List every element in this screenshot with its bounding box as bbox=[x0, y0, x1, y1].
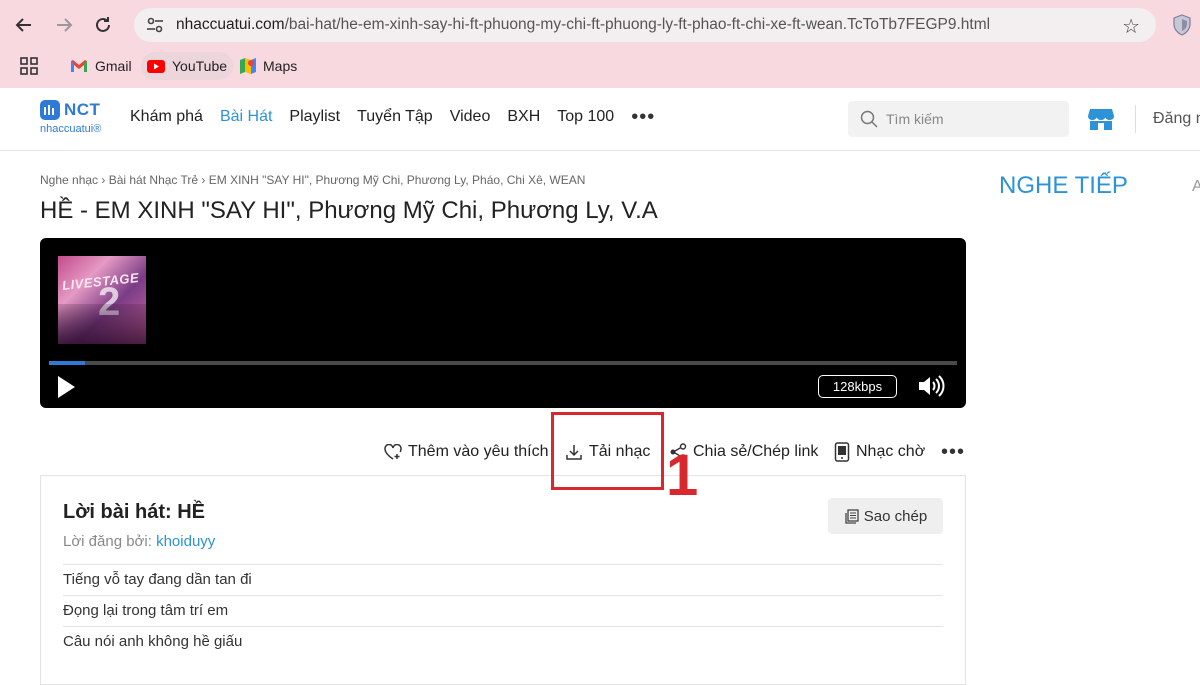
nav-video[interactable]: Video bbox=[450, 108, 491, 126]
progress-fill bbox=[49, 361, 86, 365]
url-path: /bai-hat/he-em-xinh-say-hi-ft-phuong-my-… bbox=[284, 16, 991, 33]
bookmarks-bar: Gmail YouTube Maps bbox=[0, 50, 1200, 82]
reload-button[interactable] bbox=[87, 9, 119, 41]
up-next-title: NGHE TIẾP bbox=[999, 172, 1128, 199]
bitrate-selector[interactable]: 128kbps bbox=[818, 375, 897, 398]
forward-arrow-icon bbox=[57, 18, 73, 32]
lyric-line: Tiếng vỗ tay đang dần tan đi bbox=[63, 564, 943, 595]
address-bar[interactable]: nhaccuatui.com/bai-hat/he-em-xinh-say-hi… bbox=[134, 8, 1156, 42]
search-icon bbox=[860, 110, 878, 128]
logo-mark-icon bbox=[40, 100, 60, 120]
bookmark-label: Gmail bbox=[95, 58, 132, 74]
more-actions-button[interactable]: ••• bbox=[941, 438, 965, 466]
ringtone-button[interactable]: Nhạc chờ bbox=[834, 438, 925, 466]
step-highlight-box bbox=[551, 412, 664, 490]
maps-icon bbox=[240, 58, 256, 74]
main-nav: Khám phá Bài Hát Playlist Tuyển Tập Vide… bbox=[130, 107, 655, 127]
nav-bxh[interactable]: BXH bbox=[507, 108, 540, 126]
breadcrumb[interactable]: Nghe nhạc › Bài hát Nhạc Trẻ › EM XINH "… bbox=[40, 173, 585, 187]
logo-subtext: nhaccuatui® bbox=[40, 123, 102, 135]
extension-shield-icon[interactable] bbox=[1172, 14, 1194, 36]
audio-player: LIVESTAGE 2 128kbps bbox=[40, 238, 966, 408]
search-box[interactable] bbox=[848, 101, 1069, 137]
heart-add-icon bbox=[384, 444, 402, 460]
more-nav-icon[interactable]: ••• bbox=[631, 107, 655, 127]
volume-icon bbox=[919, 375, 945, 397]
album-cover: LIVESTAGE 2 bbox=[58, 256, 146, 344]
login-link[interactable]: Đăng n bbox=[1153, 110, 1200, 128]
phone-icon bbox=[834, 442, 850, 462]
bookmark-youtube[interactable]: YouTube bbox=[141, 52, 234, 80]
step-number: 1 bbox=[666, 443, 699, 508]
page-title: HỀ - EM XINH "SAY HI", Phương Mỹ Chi, Ph… bbox=[40, 197, 658, 224]
volume-button[interactable] bbox=[917, 374, 945, 403]
forward-button[interactable] bbox=[48, 9, 80, 41]
nav-playlist[interactable]: Playlist bbox=[289, 108, 340, 126]
back-arrow-icon bbox=[15, 18, 31, 32]
ringtone-label: Nhạc chờ bbox=[856, 443, 926, 460]
share-label: Chia sẻ/Chép link bbox=[693, 443, 819, 460]
bookmark-maps[interactable]: Maps bbox=[234, 52, 303, 80]
apps-grid-icon bbox=[20, 57, 38, 75]
gmail-icon bbox=[70, 59, 88, 73]
logo-text: NCT bbox=[64, 100, 101, 119]
poster-username-link[interactable]: khoiduyy bbox=[156, 533, 215, 550]
favorite-button[interactable]: Thêm vào yêu thích bbox=[384, 438, 549, 466]
play-icon bbox=[58, 376, 75, 398]
nav-kham-pha[interactable]: Khám phá bbox=[130, 108, 203, 126]
play-button[interactable] bbox=[56, 375, 78, 399]
posted-by-label: Lời đăng bởi: bbox=[63, 533, 152, 550]
progress-bar[interactable] bbox=[49, 361, 957, 365]
site-settings-icon[interactable] bbox=[144, 14, 166, 36]
copy-label: Sao chép bbox=[863, 507, 928, 525]
lyrics-panel: Lời bài hát: HỀ Lời đăng bởi: khoiduyy S… bbox=[40, 475, 966, 685]
back-button[interactable] bbox=[8, 9, 40, 41]
lyrics-title: Lời bài hát: HỀ bbox=[63, 501, 206, 523]
lyric-line: Câu nói anh không hề giấu bbox=[63, 626, 943, 657]
url-text: nhaccuatui.com/bai-hat/he-em-xinh-say-hi… bbox=[176, 16, 990, 34]
reload-icon bbox=[96, 17, 110, 32]
bookmark-star-icon[interactable]: ☆ bbox=[1122, 14, 1140, 39]
url-host: nhaccuatui.com bbox=[176, 16, 285, 33]
copy-icon bbox=[844, 508, 859, 524]
search-input[interactable] bbox=[886, 111, 1056, 127]
nct-logo[interactable]: NCT nhaccuatui® bbox=[40, 100, 101, 135]
nav-tuyen-tap[interactable]: Tuyển Tập bbox=[357, 108, 433, 126]
favorite-label: Thêm vào yêu thích bbox=[408, 443, 549, 460]
lyrics-poster: Lời đăng bởi: khoiduyy bbox=[63, 533, 215, 550]
store-icon[interactable] bbox=[1088, 107, 1114, 136]
nav-top-100[interactable]: Top 100 bbox=[557, 108, 614, 126]
header-divider bbox=[1135, 105, 1136, 133]
bookmark-gmail[interactable]: Gmail bbox=[64, 52, 138, 80]
sidebar-truncated-text: A bbox=[1192, 178, 1200, 195]
bookmark-label: YouTube bbox=[172, 58, 228, 74]
apps-grid-button[interactable] bbox=[14, 52, 44, 80]
bookmark-label: Maps bbox=[263, 58, 298, 74]
browser-chrome: nhaccuatui.com/bai-hat/he-em-xinh-say-hi… bbox=[0, 0, 1200, 88]
copy-lyrics-button[interactable]: Sao chép bbox=[828, 498, 943, 534]
lyric-line: Đọng lại trong tâm trí em bbox=[63, 595, 943, 626]
more-dots-icon: ••• bbox=[941, 441, 966, 463]
youtube-icon bbox=[147, 59, 165, 73]
site-header: NCT nhaccuatui® Khám phá Bài Hát Playlis… bbox=[0, 88, 1200, 151]
nav-bai-hat[interactable]: Bài Hát bbox=[220, 108, 272, 126]
